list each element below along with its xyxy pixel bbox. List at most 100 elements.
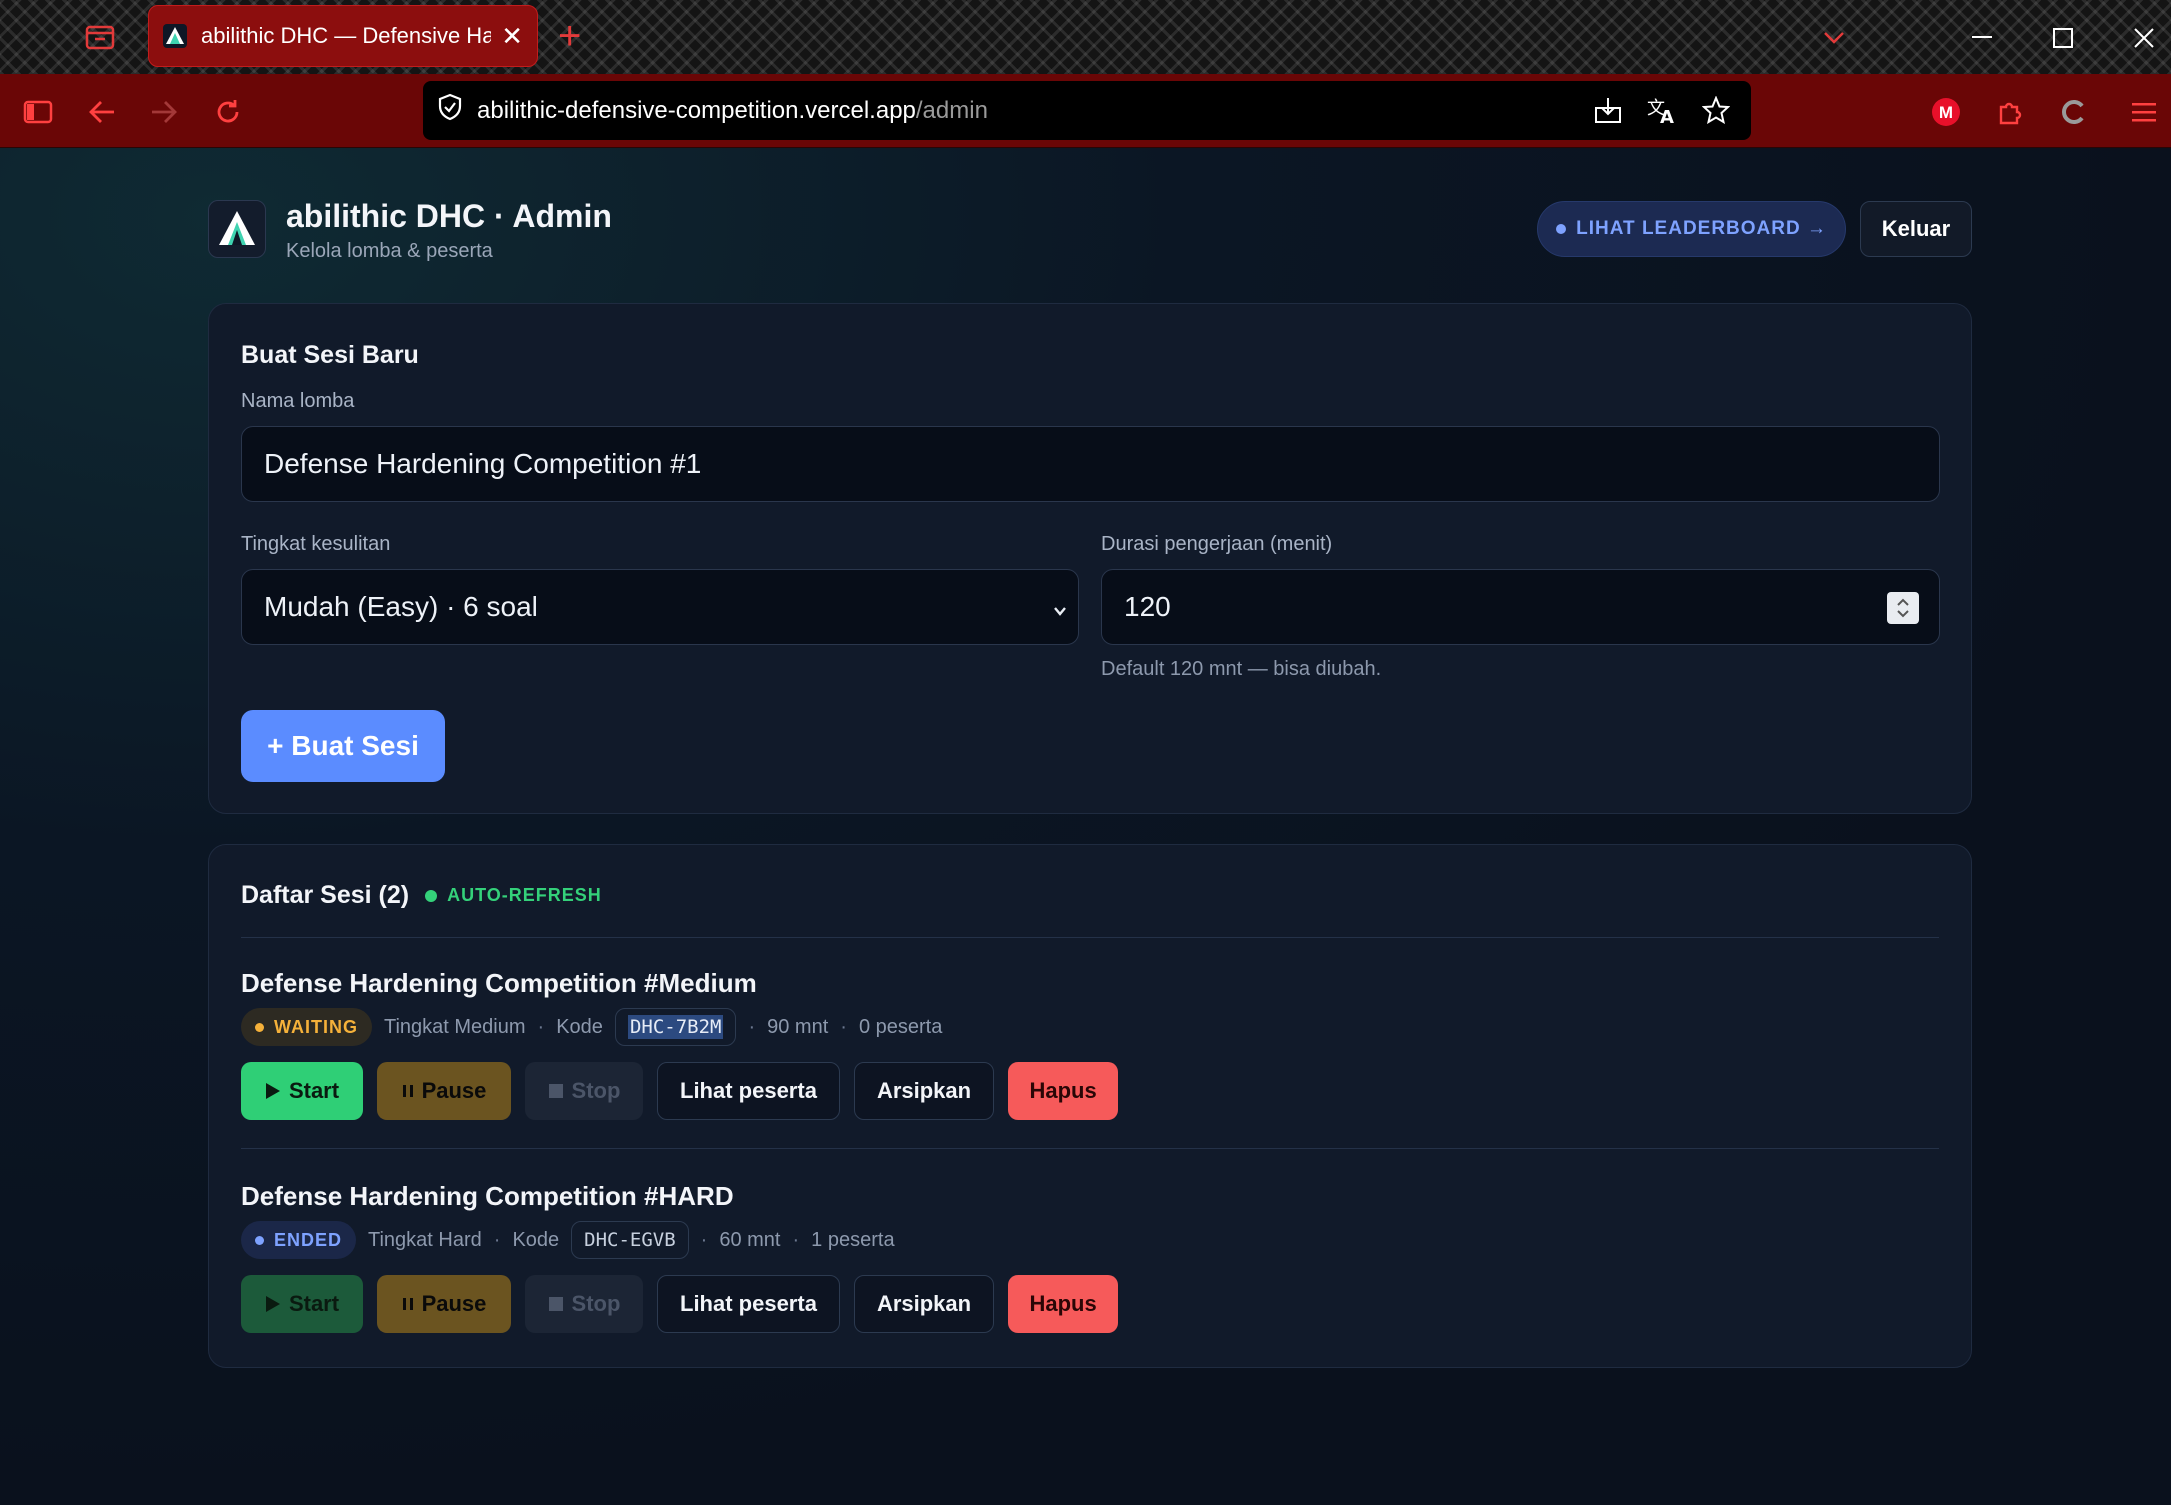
extensions-puzzle-icon[interactable] [1992, 94, 2028, 130]
status-label: WAITING [274, 1016, 358, 1037]
auto-refresh-badge: AUTO-REFRESH [425, 885, 602, 906]
address-bar[interactable]: abilithic-defensive-competition.vercel.a… [423, 81, 1751, 140]
session-code[interactable]: DHC-7B2M [614, 1008, 737, 1046]
start-button[interactable]: Start [241, 1062, 363, 1120]
tab-list-icon[interactable] [84, 22, 116, 52]
session-participants: 1 peserta [811, 1228, 895, 1251]
delete-button[interactable]: Hapus [1008, 1062, 1119, 1120]
back-arrow-icon[interactable] [84, 94, 120, 130]
translate-icon[interactable]: 文A [1645, 93, 1679, 127]
session-code-value: DHC-EGVB [584, 1229, 676, 1251]
browser-tab[interactable]: abilithic DHC — Defensive Hard ✕ [148, 5, 538, 67]
session-meta: WAITING Tingkat Medium · Kode DHC-7B2M ·… [241, 1008, 942, 1046]
divider [241, 1148, 1939, 1149]
page-header: abilithic DHC · Admin Kelola lomba & pes… [208, 198, 1972, 262]
create-session-button[interactable]: + Buat Sesi [241, 710, 445, 782]
tab-overflow-chevron-icon[interactable] [1814, 18, 1854, 58]
archive-button[interactable]: Arsipkan [853, 1275, 995, 1333]
stop-button[interactable]: Stop [525, 1062, 643, 1120]
chevron-down-icon [1050, 596, 1070, 628]
browser-titlebar: abilithic DHC — Defensive Hard ✕ + [0, 0, 2171, 74]
code-label: Kode [512, 1228, 560, 1251]
menu-hamburger-icon[interactable] [2126, 94, 2162, 130]
logout-button[interactable]: Keluar [1860, 201, 1972, 257]
url-path: /admin [915, 96, 988, 124]
sidebar-toggle-icon[interactable] [20, 94, 56, 130]
archive-button[interactable]: Arsipkan [853, 1062, 995, 1120]
competition-name-input[interactable]: Defense Hardening Competition #1 [241, 426, 1940, 502]
profile-initial: M [1939, 103, 1953, 122]
difficulty-value: Mudah (Easy) · 6 soal [264, 591, 538, 622]
session-item: Defense Hardening Competition #HARD ENDE… [241, 1181, 1939, 1351]
separator-dot: · [537, 1015, 545, 1038]
stop-icon [548, 1297, 563, 1311]
status-label: ENDED [274, 1229, 343, 1250]
session-level: Tingkat Hard [368, 1228, 482, 1251]
extension-c-icon[interactable] [2056, 94, 2092, 130]
page-subtitle: Kelola lomba & peserta [286, 240, 493, 262]
download-icon[interactable] [1591, 93, 1625, 127]
shield-icon[interactable] [437, 93, 463, 128]
status-badge: WAITING [241, 1008, 372, 1046]
delete-button[interactable]: Hapus [1008, 1275, 1119, 1333]
play-icon [265, 1083, 280, 1099]
page-title: abilithic DHC · Admin [286, 198, 612, 234]
maximize-icon[interactable] [2043, 18, 2083, 58]
session-meta: ENDED Tingkat Hard · Kode DHC-EGVB · 60 … [241, 1221, 895, 1259]
close-window-icon[interactable] [2124, 18, 2164, 58]
profile-avatar[interactable]: M [1928, 94, 1964, 130]
stop-label: Stop [571, 1291, 621, 1316]
triangle-logo-icon [219, 211, 255, 245]
session-level: Tingkat Medium [384, 1015, 526, 1038]
session-code[interactable]: DHC-EGVB [571, 1221, 689, 1259]
difficulty-label: Tingkat kesulitan [241, 533, 391, 555]
session-item: Defense Hardening Competition #Medium WA… [241, 968, 1939, 1138]
minimize-icon[interactable] [1962, 18, 2002, 58]
create-session-card: Buat Sesi Baru Nama lomba Defense Harden… [208, 303, 1972, 814]
status-dot-icon [255, 1022, 264, 1032]
view-participants-button[interactable]: Lihat peserta [657, 1062, 840, 1120]
duration-input[interactable]: 120 [1101, 569, 1940, 645]
reload-icon[interactable] [210, 94, 246, 130]
stop-icon [548, 1084, 563, 1098]
url-host: abilithic-defensive-competition.vercel.a… [477, 96, 916, 124]
tab-close-icon[interactable]: ✕ [501, 21, 523, 52]
pause-icon [402, 1298, 413, 1310]
svg-text:A: A [1660, 107, 1674, 124]
play-icon [265, 1296, 280, 1312]
create-session-title: Buat Sesi Baru [241, 341, 419, 369]
session-list-title: Daftar Sesi (2) [241, 881, 410, 909]
name-label: Nama lomba [241, 390, 355, 412]
pause-button[interactable]: Pause [377, 1062, 511, 1120]
session-code-value: DHC-7B2M [627, 1015, 724, 1039]
auto-refresh-label: AUTO-REFRESH [447, 885, 602, 905]
browser-navbar: abilithic-defensive-competition.vercel.a… [0, 74, 2171, 148]
bookmark-star-icon[interactable] [1699, 93, 1733, 127]
stop-label: Stop [571, 1078, 621, 1103]
session-duration: 90 mnt [767, 1015, 829, 1038]
number-stepper-icon[interactable] [1887, 592, 1919, 624]
forward-arrow-icon[interactable] [146, 94, 182, 130]
pause-label: Pause [421, 1078, 487, 1103]
session-name: Defense Hardening Competition #HARD [241, 1181, 734, 1211]
site-favicon-icon [163, 24, 187, 48]
start-button[interactable]: Start [241, 1275, 363, 1333]
pause-button[interactable]: Pause [377, 1275, 511, 1333]
status-dot-icon [255, 1235, 264, 1245]
session-participants: 0 peserta [858, 1015, 943, 1038]
pause-label: Pause [421, 1291, 487, 1316]
new-tab-icon[interactable]: + [558, 16, 581, 56]
leaderboard-dot-icon [1556, 224, 1567, 234]
session-actions: Start Pause Stop Lihat peserta Arsipkan … [241, 1275, 1119, 1333]
duration-label: Durasi pengerjaan (menit) [1101, 533, 1333, 555]
view-participants-button[interactable]: Lihat peserta [657, 1275, 840, 1333]
leaderboard-button[interactable]: LIHAT LEADERBOARD → [1537, 201, 1846, 257]
separator-dot: · [792, 1228, 800, 1251]
app-logo [208, 200, 266, 258]
stop-button[interactable]: Stop [525, 1275, 643, 1333]
separator-dot: · [700, 1228, 708, 1251]
difficulty-select[interactable]: Mudah (Easy) · 6 soal [241, 569, 1079, 645]
leaderboard-label: LIHAT LEADERBOARD → [1576, 218, 1827, 239]
duration-hint: Default 120 mnt — bisa diubah. [1101, 658, 1382, 680]
session-list-card: Daftar Sesi (2) AUTO-REFRESH Defense Har… [208, 844, 1972, 1368]
